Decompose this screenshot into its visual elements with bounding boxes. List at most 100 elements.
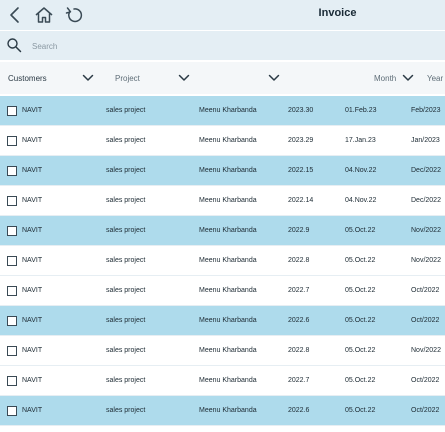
home-icon[interactable]: [33, 4, 55, 26]
invoice-number-cell: 2022.14: [288, 197, 314, 204]
project-filter-label: Project: [115, 74, 140, 83]
month-dropdown-chevron-down-icon[interactable]: [400, 70, 416, 86]
invoice-number-cell: 2022.8: [288, 347, 310, 354]
project-cell: sales project: [106, 287, 146, 294]
invoice-number-cell: 2022.7: [288, 377, 310, 384]
user-cell: Meenu Kharbanda: [199, 167, 257, 174]
invoice-month-cell: Nov/2022: [411, 227, 441, 234]
invoice-number-cell: 2023.30: [288, 107, 314, 114]
invoice-month-cell: Dec/2022: [411, 197, 441, 204]
project-cell: sales project: [106, 377, 146, 384]
search-icon: [6, 37, 22, 53]
table-row[interactable]: NAVIT sales project Meenu Kharbanda 2022.14…: [0, 186, 445, 216]
page-title: Invoice: [318, 7, 357, 19]
user-cell: Meenu Kharbanda: [199, 407, 257, 414]
third-filter-chevron-down-icon[interactable]: [266, 70, 282, 86]
invoice-date-cell: 05.Oct.22: [345, 257, 376, 264]
invoice-number-cell: 2023.29: [288, 137, 314, 144]
table-row[interactable]: NAVIT sales project Meenu Kharbanda 2023.30…: [0, 96, 445, 126]
user-cell: Meenu Kharbanda: [199, 287, 257, 294]
customer-cell: NAVIT: [22, 407, 43, 414]
customers-filter-label: Customers: [8, 74, 47, 83]
invoice-month-cell: Oct/2022: [411, 317, 440, 324]
invoice-date-cell: 05.Oct.22: [345, 287, 376, 294]
invoice-date-cell: 01.Feb.23: [345, 107, 377, 114]
invoice-table: NAVIT sales project Meenu Kharbanda 2023.30…: [0, 96, 445, 426]
invoice-month-cell: Jan/2023: [411, 137, 440, 144]
customer-cell: NAVIT: [22, 347, 43, 354]
invoice-date-cell: 04.Nov.22: [345, 197, 377, 204]
invoice-month-cell: Nov/2022: [411, 347, 441, 354]
invoice-number-cell: 2022.7: [288, 287, 310, 294]
month-filter-label: Month: [374, 74, 397, 83]
customer-cell: NAVIT: [22, 287, 43, 294]
table-row[interactable]: NAVIT sales project Meenu Kharbanda 2022.6 0…: [0, 306, 445, 336]
row-checkbox[interactable]: [7, 106, 17, 116]
top-bar: Invoice: [0, 0, 445, 30]
row-checkbox[interactable]: [7, 136, 17, 146]
row-checkbox[interactable]: [7, 256, 17, 266]
search-input[interactable]: [32, 37, 412, 55]
user-cell: Meenu Kharbanda: [199, 317, 257, 324]
invoice-month-cell: Feb/2023: [411, 107, 441, 114]
table-row[interactable]: NAVIT sales project Meenu Kharbanda 2022.8 0…: [0, 246, 445, 276]
customer-cell: NAVIT: [22, 227, 43, 234]
user-cell: Meenu Kharbanda: [199, 197, 257, 204]
invoice-month-cell: Oct/2022: [411, 407, 440, 414]
table-row[interactable]: NAVIT sales project Meenu Kharbanda 2022.7 0…: [0, 366, 445, 396]
invoice-month-cell: Oct/2022: [411, 377, 440, 384]
project-cell: sales project: [106, 407, 146, 414]
filter-bar: Customers Project Month Year: [0, 62, 445, 94]
project-cell: sales project: [106, 317, 146, 324]
invoice-date-cell: 05.Oct.22: [345, 347, 376, 354]
row-checkbox[interactable]: [7, 376, 17, 386]
row-checkbox[interactable]: [7, 196, 17, 206]
project-cell: sales project: [106, 137, 146, 144]
invoice-month-cell: Nov/2022: [411, 257, 441, 264]
row-checkbox[interactable]: [7, 286, 17, 296]
customer-cell: NAVIT: [22, 317, 43, 324]
row-checkbox[interactable]: [7, 406, 17, 416]
row-checkbox[interactable]: [7, 346, 17, 356]
table-row[interactable]: NAVIT sales project Meenu Kharbanda 2023.29…: [0, 126, 445, 156]
table-row[interactable]: NAVIT sales project Meenu Kharbanda 2022.9 0…: [0, 216, 445, 246]
invoice-number-cell: 2022.15: [288, 167, 314, 174]
invoice-number-cell: 2022.9: [288, 227, 310, 234]
table-row[interactable]: NAVIT sales project Meenu Kharbanda 2022.6 0…: [0, 396, 445, 426]
customer-cell: NAVIT: [22, 257, 43, 264]
invoice-date-cell: 17.Jan.23: [345, 137, 376, 144]
table-row[interactable]: NAVIT sales project Meenu Kharbanda 2022.8 0…: [0, 336, 445, 366]
user-cell: Meenu Kharbanda: [199, 347, 257, 354]
invoice-date-cell: 05.Oct.22: [345, 227, 376, 234]
user-cell: Meenu Kharbanda: [199, 137, 257, 144]
customers-dropdown-chevron-down-icon[interactable]: [80, 70, 96, 86]
project-dropdown-chevron-down-icon[interactable]: [176, 70, 192, 86]
project-cell: sales project: [106, 107, 146, 114]
customer-cell: NAVIT: [22, 167, 43, 174]
back-icon[interactable]: [4, 4, 26, 26]
invoice-number-cell: 2022.6: [288, 317, 310, 324]
refresh-icon[interactable]: [63, 4, 85, 26]
year-filter-label: Year: [427, 74, 444, 83]
invoice-month-cell: Oct/2022: [411, 287, 440, 294]
user-cell: Meenu Kharbanda: [199, 377, 257, 384]
row-divider: [0, 425, 445, 426]
invoice-number-cell: 2022.8: [288, 257, 310, 264]
table-row[interactable]: NAVIT sales project Meenu Kharbanda 2022.7 0…: [0, 276, 445, 306]
project-cell: sales project: [106, 197, 146, 204]
project-cell: sales project: [106, 347, 146, 354]
invoice-date-cell: 05.Oct.22: [345, 377, 376, 384]
table-row[interactable]: NAVIT sales project Meenu Kharbanda 2022.15…: [0, 156, 445, 186]
user-cell: Meenu Kharbanda: [199, 257, 257, 264]
invoice-date-cell: 05.Oct.22: [345, 317, 376, 324]
customer-cell: NAVIT: [22, 107, 43, 114]
invoice-date-cell: 04.Nov.22: [345, 167, 377, 174]
row-checkbox[interactable]: [7, 226, 17, 236]
row-checkbox[interactable]: [7, 316, 17, 326]
customer-cell: NAVIT: [22, 377, 43, 384]
project-cell: sales project: [106, 227, 146, 234]
invoice-number-cell: 2022.6: [288, 407, 310, 414]
project-cell: sales project: [106, 257, 146, 264]
row-checkbox[interactable]: [7, 166, 17, 176]
user-cell: Meenu Kharbanda: [199, 227, 257, 234]
